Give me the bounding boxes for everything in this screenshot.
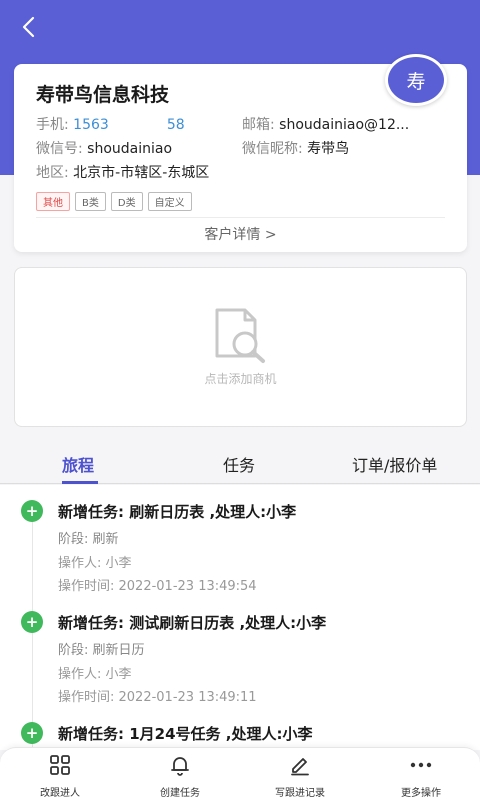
tag: 自定义: [147, 192, 192, 211]
change-follower-label: 改跟进人: [40, 788, 80, 799]
bottom-action-bar: 改跟进人 创建任务 写跟进记录 更多操作: [0, 747, 480, 800]
company-name: 寿带鸟信息科技: [36, 84, 170, 106]
tag: B类: [75, 192, 106, 211]
more-actions-button[interactable]: 更多操作: [371, 754, 471, 799]
phone-value-end[interactable]: 58: [167, 117, 185, 133]
wechat-id-value: shoudainiao: [87, 141, 173, 157]
wechat-nick-row: 微信昵称: 寿带鸟: [242, 138, 349, 158]
tab-bar: 旅程 任务 订单/报价单: [0, 440, 480, 484]
email-label: 邮箱:: [242, 117, 275, 133]
phone-value[interactable]: 1563: [73, 117, 109, 133]
region-value: 北京市-市辖区-东城区: [73, 165, 210, 181]
back-button[interactable]: [14, 12, 44, 42]
timeline-time: 操作时间: 2022-01-23 13:49:54: [58, 579, 257, 594]
add-opportunity-label: 点击添加商机: [204, 372, 277, 386]
tag: 其他: [36, 192, 70, 211]
create-task-label: 创建任务: [160, 788, 200, 799]
wechat-nick-value: 寿带鸟: [307, 141, 350, 157]
add-opportunity-area[interactable]: 点击添加商机: [14, 267, 467, 427]
pencil-icon: [291, 758, 309, 776]
more-dots-icon: [410, 762, 432, 768]
add-icon: +: [21, 500, 43, 522]
add-icon: +: [21, 722, 43, 744]
timeline-title: 新增任务: 测试刷新日历表 ,处理人:小李: [58, 614, 327, 632]
tab-tasks[interactable]: 任务: [223, 452, 255, 476]
tab-journey[interactable]: 旅程: [62, 452, 94, 476]
wechat-nick-label: 微信昵称:: [242, 141, 303, 157]
add-icon: +: [21, 611, 43, 633]
timeline-title: 新增任务: 刷新日历表 ,处理人:小李: [58, 503, 297, 521]
document-search-icon: [215, 308, 265, 363]
email-value: shoudainiao@12...: [279, 117, 410, 133]
phone-label: 手机:: [36, 117, 69, 133]
timeline-operator: 操作人: 小李: [58, 556, 132, 571]
active-tab-indicator: [62, 481, 98, 484]
tab-orders[interactable]: 订单/报价单: [352, 452, 437, 476]
timeline-operator: 操作人: 小李: [58, 667, 132, 682]
region-row: 地区: 北京市-市辖区-东城区: [36, 162, 209, 182]
create-task-button[interactable]: 创建任务: [130, 754, 230, 799]
journey-timeline: + 新增任务: 刷新日历表 ,处理人:小李 阶段: 刷新 操作人: 小李 操作时…: [0, 485, 480, 750]
chevron-right-icon: >: [264, 227, 277, 243]
phone-row: 手机: 1563 58: [36, 114, 185, 134]
write-followup-label: 写跟进记录: [275, 788, 325, 799]
tag: D类: [110, 192, 143, 211]
wechat-id-label: 微信号:: [36, 141, 83, 157]
timeline-title: 新增任务: 1月24号任务 ,处理人:小李: [58, 725, 313, 743]
avatar[interactable]: 寿: [385, 54, 447, 106]
email-row: 邮箱: shoudainiao@12...: [242, 114, 409, 134]
change-follower-button[interactable]: 改跟进人: [10, 754, 110, 799]
customer-detail-link[interactable]: 客户详情 >: [14, 224, 467, 244]
chevron-left-icon: [22, 16, 35, 38]
more-actions-label: 更多操作: [401, 788, 441, 799]
timeline-stage: 阶段: 刷新日历: [58, 643, 145, 658]
bell-icon: [171, 757, 189, 776]
divider: [36, 217, 445, 218]
write-followup-button[interactable]: 写跟进记录: [250, 754, 350, 799]
region-label: 地区:: [36, 165, 69, 181]
customer-card: 寿带鸟信息科技 寿 手机: 1563 58 邮箱: shoudainiao@12.…: [14, 54, 467, 252]
timeline-stage: 阶段: 刷新: [58, 532, 119, 547]
tag-list: 其他 B类 D类 自定义: [36, 192, 192, 211]
grid-icon: [50, 755, 70, 775]
customer-detail-label: 客户详情: [204, 227, 261, 243]
wechat-id-row: 微信号: shoudainiao: [36, 138, 172, 158]
timeline-time: 操作时间: 2022-01-23 13:49:11: [58, 690, 257, 705]
